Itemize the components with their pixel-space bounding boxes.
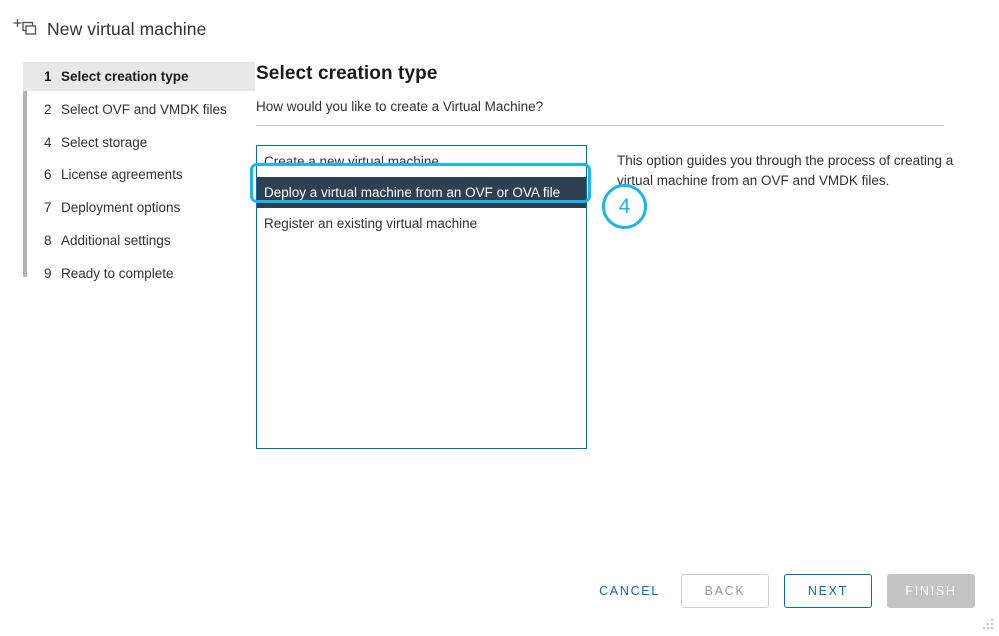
creation-type-option[interactable]: Register an existing virtual machine	[257, 208, 586, 239]
step-number: 8	[44, 232, 52, 248]
page-subtitle: How would you like to create a Virtual M…	[256, 99, 544, 114]
sidebar-item-select-creation-type[interactable]: 1 Select creation type	[23, 62, 255, 91]
step-label: Select OVF and VMDK files	[61, 101, 227, 117]
step-label: License agreements	[61, 167, 183, 183]
step-number: 2	[44, 101, 52, 117]
step-label: Ready to complete	[61, 265, 174, 281]
step-number: 7	[44, 200, 52, 216]
creation-type-listbox[interactable]: Create a new virtual machine Deploy a vir…	[256, 145, 587, 449]
step-label: Select storage	[61, 134, 148, 150]
sidebar-item-ready-to-complete[interactable]: 9 Ready to complete	[23, 259, 255, 288]
annotation-step-badge-4: 4	[602, 184, 647, 229]
option-description-text: This option guides you through the proce…	[617, 153, 954, 188]
wizard-steps-sidebar: 1 Select creation type 2 Select OVF and VMD…	[23, 62, 255, 288]
window-resize-grip[interactable]	[982, 618, 994, 630]
header-divider	[256, 125, 944, 126]
finish-button: FINISH	[887, 574, 975, 608]
step-number: 6	[44, 167, 52, 183]
sidebar-item-select-ovf-and-vmdk-files[interactable]: 2 Select OVF and VMDK files	[23, 95, 255, 124]
creation-type-option[interactable]: Create a new virtual machine	[257, 146, 586, 177]
back-button[interactable]: BACK	[681, 574, 769, 608]
step-list: 1 Select creation type 2 Select OVF and VMD…	[23, 62, 255, 288]
creation-type-option[interactable]: Deploy a virtual machine from an OVF or …	[257, 177, 586, 208]
wizard-footer: CANCEL BACK NEXT FINISH	[593, 574, 975, 608]
step-number: 1	[44, 69, 52, 84]
step-label: Select creation type	[61, 69, 189, 84]
main-content: Select creation type How would you like …	[256, 62, 983, 449]
step-label: Deployment options	[61, 200, 181, 216]
step-number: 9	[44, 265, 52, 281]
step-label: Additional settings	[61, 232, 171, 248]
sidebar-item-select-storage[interactable]: 4 Select storage	[23, 128, 255, 157]
window-title-bar: New virtual machine	[12, 14, 206, 44]
sidebar-item-additional-settings[interactable]: 8 Additional settings	[23, 226, 255, 255]
page-title: Select creation type	[256, 63, 438, 84]
window-title-text: New virtual machine	[47, 18, 207, 39]
next-button[interactable]: NEXT	[784, 574, 872, 608]
sidebar-item-license-agreements[interactable]: 6 License agreements	[23, 160, 255, 189]
cancel-button[interactable]: CANCEL	[593, 574, 666, 608]
option-description-pane: This option guides you through the proce…	[617, 145, 967, 449]
new-virtual-machine-icon	[12, 17, 38, 41]
sidebar-item-deployment-options[interactable]: 7 Deployment options	[23, 193, 255, 222]
step-number: 4	[44, 134, 52, 150]
